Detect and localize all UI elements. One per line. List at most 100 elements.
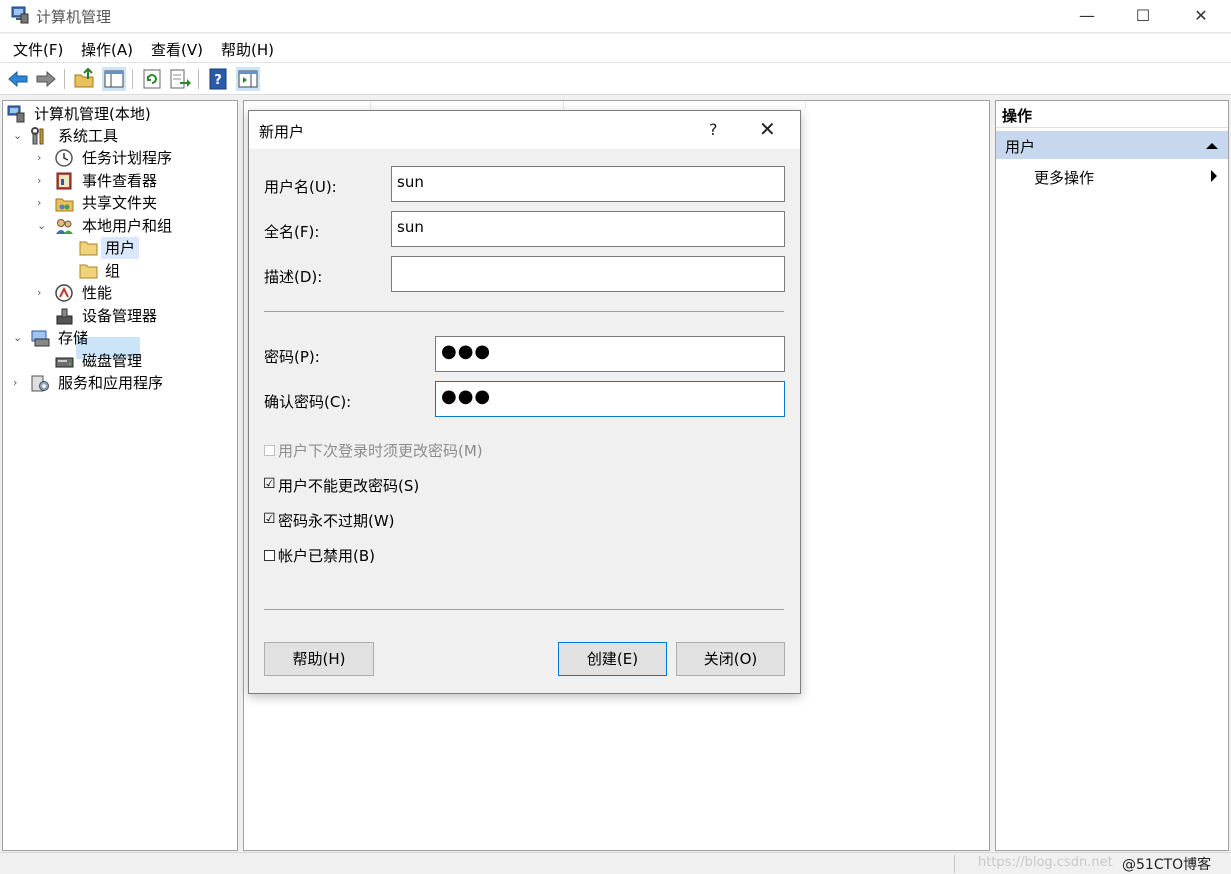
tree-label: 设备管理器 [82, 307, 158, 325]
tree-label: 存储 [58, 329, 89, 347]
export-list-icon[interactable] [168, 67, 192, 91]
status-separator [954, 855, 955, 873]
confirm-password-label: 确认密码(C): [264, 393, 352, 411]
folder-icon [79, 264, 98, 279]
tree-label: 任务计划程序 [82, 149, 173, 167]
username-label: 用户名(U): [264, 178, 337, 196]
clock-icon [55, 149, 73, 167]
computer-management-icon [7, 105, 25, 123]
divider [264, 609, 784, 610]
dialog-help-button[interactable]: ? [709, 120, 718, 139]
help-button[interactable]: 帮助(H) [264, 642, 374, 676]
fullname-field[interactable]: sun [391, 211, 785, 247]
checkbox-label: 用户下次登录时须更改密码(M) [278, 442, 483, 460]
more-actions-link[interactable]: 更多操作 [1034, 167, 1094, 188]
tree-label: 磁盘管理 [82, 352, 143, 370]
menu-file[interactable]: 文件(F) [13, 39, 63, 60]
shared-folder-icon [55, 198, 74, 212]
fullname-label: 全名(F): [264, 223, 320, 241]
menu-action[interactable]: 操作(A) [81, 39, 133, 60]
back-icon[interactable] [6, 67, 30, 91]
tree-label: 共享文件夹 [82, 194, 158, 212]
collapse-up-icon[interactable] [1206, 143, 1218, 149]
checkbox-label: 帐户已禁用(B) [278, 547, 375, 565]
actions-section-label: 用户 [1005, 138, 1036, 156]
users-group-icon [56, 219, 73, 234]
show-hide-action-pane-icon[interactable] [236, 67, 260, 91]
refresh-icon[interactable] [140, 67, 164, 91]
up-folder-icon[interactable] [72, 67, 96, 91]
checkbox-box[interactable] [264, 445, 275, 456]
tree-label: 本地用户和组 [82, 217, 173, 235]
actions-pane: 操作 用户 更多操作 [995, 100, 1229, 851]
device-manager-icon [56, 308, 73, 325]
tree-label: 组 [105, 262, 121, 280]
navigation-tree: 计算机管理(本地) ⌄ 系统工具 › 任务计划程序 › 事件查看器 › 共享文件… [2, 100, 238, 851]
actions-section-users[interactable]: 用户 [996, 131, 1228, 159]
checkbox-box[interactable] [264, 550, 275, 561]
tree-label: 性能 [82, 284, 113, 302]
maximize-button[interactable]: ☐ [1114, 0, 1172, 33]
menu-bar: 文件(F) 操作(A) 查看(V) 帮助(H) [0, 34, 1231, 62]
chevron-down-icon[interactable]: ⌄ [13, 125, 25, 147]
storage-icon [31, 330, 50, 347]
new-user-dialog: 新用户 ? ✕ 用户名(U): sun 全名(F): sun 描述(D): 密码… [248, 110, 801, 694]
chevron-right-icon[interactable]: › [37, 192, 49, 214]
column-header[interactable] [244, 101, 371, 109]
svg-text:?: ? [214, 73, 222, 88]
tree-label: 用户 [101, 237, 140, 259]
minimize-button[interactable]: — [1058, 0, 1116, 33]
disk-icon [55, 357, 74, 368]
submenu-arrow-icon[interactable] [1211, 170, 1217, 182]
help-icon[interactable]: ? [206, 67, 230, 91]
column-header[interactable] [371, 101, 564, 109]
create-button[interactable]: 创建(E) [558, 642, 667, 676]
folder-icon [79, 241, 98, 256]
services-icon [31, 375, 49, 392]
username-field[interactable]: sun [391, 166, 785, 202]
toolbar: ? [0, 62, 1231, 95]
password-label: 密码(P): [264, 348, 320, 366]
tree-label: 服务和应用程序 [58, 374, 164, 392]
window-title: 计算机管理 [36, 8, 112, 26]
chevron-right-icon[interactable]: › [37, 170, 49, 192]
toolbar-separator [132, 69, 133, 89]
divider [264, 311, 784, 312]
confirm-password-field[interactable]: ●●● [435, 381, 785, 417]
chevron-right-icon[interactable]: › [37, 282, 49, 304]
menu-help[interactable]: 帮助(H) [221, 39, 274, 60]
tools-icon [31, 127, 44, 145]
column-header[interactable] [564, 101, 806, 109]
close-button[interactable]: 关闭(O) [676, 642, 785, 676]
tree-label: 计算机管理(本地) [34, 105, 151, 123]
password-field[interactable]: ●●● [435, 336, 785, 372]
forward-icon[interactable] [34, 67, 58, 91]
toolbar-separator [198, 69, 199, 89]
checkbox-label: 用户不能更改密码(S) [278, 477, 420, 495]
watermark-51cto: @51CTO博客 [1122, 857, 1212, 873]
menu-view[interactable]: 查看(V) [151, 39, 203, 60]
chevron-right-icon[interactable]: › [13, 372, 25, 394]
show-hide-tree-icon[interactable] [102, 67, 126, 91]
watermark: https://blog.csdn.net [978, 855, 1113, 870]
checkbox-label: 密码永不过期(W) [278, 512, 395, 530]
toolbar-separator [64, 69, 65, 89]
chevron-down-icon[interactable]: ⌄ [37, 215, 49, 237]
tree-label: 事件查看器 [82, 172, 158, 190]
event-viewer-icon [56, 172, 72, 190]
dialog-title-bar: 新用户 ? ✕ [249, 111, 800, 149]
tree-label: 系统工具 [58, 127, 119, 145]
close-window-button[interactable]: ✕ [1172, 0, 1230, 33]
computer-management-icon [11, 6, 29, 24]
title-bar: 计算机管理 — ☐ ✕ [0, 0, 1231, 33]
chevron-down-icon[interactable]: ⌄ [13, 327, 25, 349]
actions-title: 操作 [996, 101, 1228, 128]
description-label: 描述(D): [264, 268, 323, 286]
dialog-title: 新用户 [259, 123, 305, 141]
performance-icon [55, 284, 73, 302]
dialog-close-button[interactable]: ✕ [759, 117, 776, 141]
description-field[interactable] [391, 256, 785, 292]
checkbox-checked-icon[interactable]: ☑ [263, 477, 276, 491]
checkbox-checked-icon[interactable]: ☑ [263, 512, 276, 526]
chevron-right-icon[interactable]: › [37, 147, 49, 169]
